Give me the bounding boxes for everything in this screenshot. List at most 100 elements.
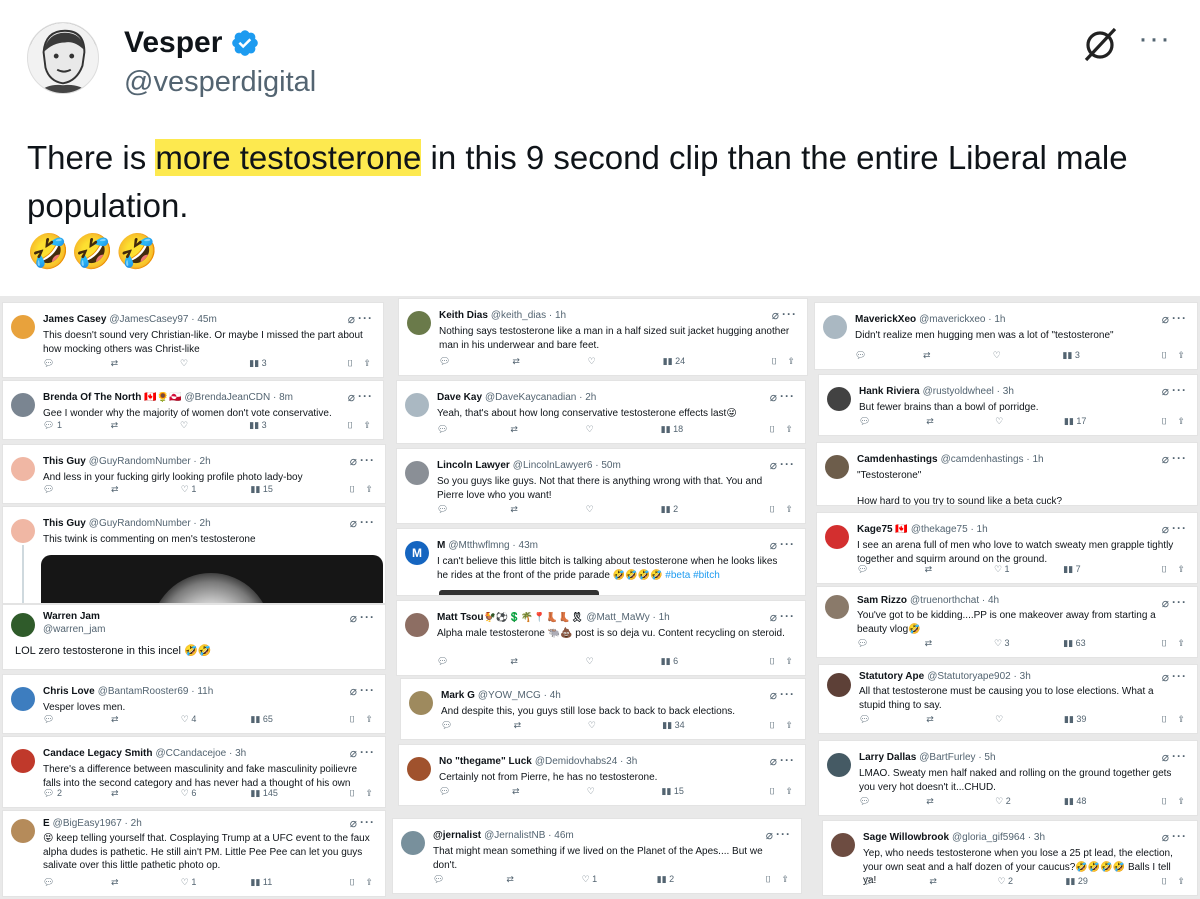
share-icon[interactable]: ⇪ <box>363 419 371 431</box>
views-icon[interactable]: ▮▮ 24 <box>663 355 685 367</box>
views-icon[interactable]: ▮▮ 15 <box>662 785 684 797</box>
bookmark-icon[interactable]: ⌷ <box>1162 713 1167 725</box>
grok-icon[interactable]: ⌀ <box>1162 670 1169 684</box>
avatar[interactable] <box>11 749 35 773</box>
more-icon[interactable]: ··· <box>358 311 373 325</box>
heart-icon[interactable]: ♡ <box>995 713 1003 725</box>
views-icon[interactable]: ▮▮ 63 <box>1063 637 1085 649</box>
reply-author-handle[interactable]: @BigEasy1967 · 2h <box>53 818 142 829</box>
grok-icon[interactable]: ⌀ <box>350 516 357 530</box>
bookmark-icon[interactable]: ⌷ <box>348 419 353 431</box>
avatar[interactable] <box>405 393 429 417</box>
more-icon[interactable]: ··· <box>1172 749 1187 763</box>
avatar[interactable] <box>825 595 849 619</box>
reply-author-handle[interactable]: @Mtthwflmng · 43m <box>448 540 538 551</box>
reply-author-handle[interactable]: @thekage75 · 1h <box>911 524 988 535</box>
retweet-icon[interactable]: ⇄ <box>512 355 520 367</box>
avatar[interactable] <box>831 833 855 857</box>
bookmark-icon[interactable]: ⌷ <box>770 655 775 667</box>
bookmark-icon[interactable]: ⌷ <box>770 785 775 797</box>
grok-icon[interactable]: ⌀ <box>348 312 355 326</box>
bookmark-icon[interactable]: ⌷ <box>350 713 355 725</box>
views-icon[interactable]: ▮▮ 145 <box>251 787 278 799</box>
reply-icon[interactable]: 💬︎ 1 <box>43 419 62 431</box>
heart-icon[interactable]: ♡ 2 <box>997 875 1013 887</box>
heart-icon[interactable]: ♡ 4 <box>181 713 197 725</box>
reply-icon[interactable]: 💬︎ <box>43 357 54 369</box>
link-preview[interactable] <box>439 590 599 595</box>
grok-icon[interactable]: ⌀ <box>350 684 357 698</box>
grok-icon[interactable]: ⌀ <box>1162 830 1169 844</box>
avatar[interactable] <box>407 757 431 781</box>
reply-author-name[interactable]: Camdenhastings <box>857 454 938 465</box>
share-icon[interactable]: ⇪ <box>1177 563 1185 575</box>
views-icon[interactable]: ▮▮ 15 <box>251 483 273 495</box>
reply-author-name[interactable]: Matt Tsou🐓⚽💲🌴📍👢👢🎗 <box>437 612 583 623</box>
reply-icon[interactable]: 💬︎ <box>859 795 870 807</box>
more-icon[interactable]: ··· <box>780 609 795 623</box>
heart-icon[interactable]: ♡ <box>588 355 596 367</box>
heart-icon[interactable]: ♡ 1 <box>994 563 1010 575</box>
reply-author-name[interactable]: Warren Jam <box>43 611 100 622</box>
heart-icon[interactable]: ♡ 1 <box>582 873 598 885</box>
share-icon[interactable]: ⇪ <box>363 357 371 369</box>
more-icon[interactable]: ··· <box>780 537 795 551</box>
reply-card[interactable]: Chris Love @BantamRooster69 · 11h ⌀ ··· Ve… <box>2 674 386 734</box>
grok-icon[interactable]: ⌀ <box>1162 312 1169 326</box>
bookmark-icon[interactable]: ⌷ <box>350 876 355 888</box>
heart-icon[interactable]: ♡ <box>586 503 594 515</box>
more-icon[interactable]: ··· <box>1172 521 1187 535</box>
more-icon[interactable]: ··· <box>360 683 375 697</box>
heart-icon[interactable]: ♡ <box>586 423 594 435</box>
author-name-text[interactable]: Vesper <box>124 26 222 60</box>
avatar[interactable] <box>11 819 35 843</box>
bookmark-icon[interactable]: ⌷ <box>1162 563 1167 575</box>
retweet-icon[interactable]: ⇄ <box>923 349 931 361</box>
reply-author-handle[interactable]: @BantamRooster69 · 11h <box>98 686 214 697</box>
grok-icon[interactable]: ⌀ <box>766 828 773 842</box>
reply-card[interactable]: Lincoln Lawyer @LincolnLawyer6 · 50m ⌀ ···… <box>396 448 806 524</box>
reply-author-name[interactable]: Statutory Ape <box>859 671 924 682</box>
grok-icon[interactable]: ⌀ <box>770 390 777 404</box>
video-thumbnail[interactable] <box>41 555 383 603</box>
heart-icon[interactable]: ♡ <box>588 719 596 731</box>
share-icon[interactable]: ⇪ <box>781 873 789 885</box>
reply-author-handle[interactable]: @JamesCasey97 · 45m <box>109 314 216 325</box>
reply-author-name[interactable]: Lincoln Lawyer <box>437 460 510 471</box>
retweet-icon[interactable]: ⇄ <box>925 637 933 649</box>
retweet-icon[interactable]: ⇄ <box>926 795 934 807</box>
reply-icon[interactable]: 💬︎ <box>437 503 448 515</box>
views-icon[interactable]: ▮▮ 3 <box>1063 349 1080 361</box>
share-icon[interactable]: ⇪ <box>785 655 793 667</box>
reply-card[interactable]: James Casey @JamesCasey97 · 45m ⌀ ··· This… <box>2 302 384 378</box>
reply-author-handle[interactable]: @GuyRandomNumber · 2h <box>89 518 211 529</box>
reply-card[interactable]: Hank Riviera @rustyoldwheel · 3h ⌀ ··· But… <box>818 374 1198 436</box>
reply-author-handle[interactable]: @CCandacejoe · 3h <box>155 748 246 759</box>
more-icon[interactable]: ··· <box>780 389 795 403</box>
grok-icon[interactable]: ⌀ <box>350 746 357 760</box>
grok-icon[interactable]: ⌀ <box>772 308 779 322</box>
avatar[interactable] <box>11 687 35 711</box>
avatar[interactable] <box>409 691 433 715</box>
retweet-icon[interactable]: ⇄ <box>111 357 119 369</box>
retweet-icon[interactable]: ⇄ <box>111 713 119 725</box>
views-icon[interactable]: ▮▮ 65 <box>251 713 273 725</box>
views-icon[interactable]: ▮▮ 29 <box>1066 875 1088 887</box>
grok-icon[interactable]: ⌀ <box>348 390 355 404</box>
retweet-icon[interactable]: ⇄ <box>510 423 518 435</box>
reply-author-handle[interactable]: @Demidovhabs24 · 3h <box>535 756 637 767</box>
more-icon[interactable]: ··· <box>780 457 795 471</box>
avatar[interactable] <box>11 393 35 417</box>
share-icon[interactable]: ⇪ <box>785 423 793 435</box>
reply-card[interactable]: Camdenhastings @camdenhastings · 1h ⌀ ··· … <box>816 442 1198 506</box>
heart-icon[interactable]: ♡ <box>180 419 188 431</box>
more-icon[interactable]: ··· <box>782 307 797 321</box>
views-icon[interactable]: ▮▮ 2 <box>657 873 674 885</box>
reply-author-handle[interactable]: @YOW_MCG · 4h <box>478 690 561 701</box>
reply-icon[interactable]: 💬︎ <box>857 563 868 575</box>
share-icon[interactable]: ⇪ <box>365 787 373 799</box>
bookmark-icon[interactable]: ⌷ <box>772 355 777 367</box>
reply-icon[interactable]: 💬︎ <box>439 355 450 367</box>
bookmark-icon[interactable]: ⌷ <box>1162 349 1167 361</box>
views-icon[interactable]: ▮▮ 3 <box>249 357 266 369</box>
